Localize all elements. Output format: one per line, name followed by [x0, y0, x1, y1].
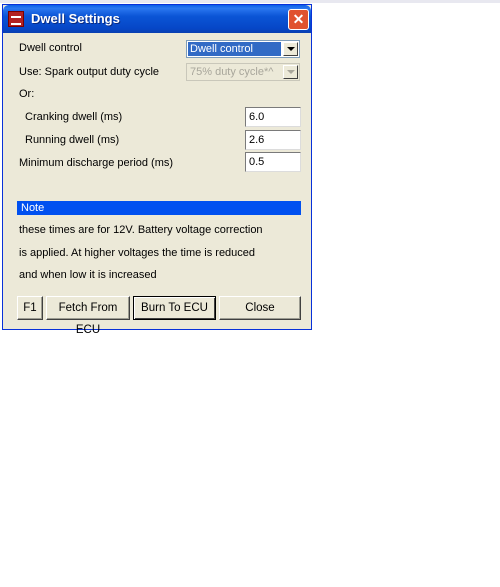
cranking-dwell-label: Cranking dwell (ms) [25, 111, 123, 123]
duty-cycle-label: Use: Spark output duty cycle [19, 66, 160, 78]
note-line-3: and when low it is increased [19, 269, 157, 281]
close-button[interactable]: Close [219, 296, 301, 320]
duty-cycle-select[interactable]: 75% duty cycle*^ [186, 63, 300, 81]
dwell-control-value: Dwell control [188, 42, 281, 56]
or-label: Or: [19, 88, 35, 100]
burn-to-ecu-button[interactable]: Burn To ECU [133, 296, 216, 320]
min-discharge-label: Minimum discharge period (ms) [19, 157, 174, 169]
dwell-control-label: Dwell control [19, 42, 82, 54]
chevron-down-icon[interactable] [283, 42, 298, 56]
duty-cycle-value: 75% duty cycle*^ [190, 66, 274, 78]
app-icon [8, 11, 24, 27]
chevron-down-icon[interactable] [283, 65, 298, 79]
background-window-edge [0, 0, 500, 3]
window-title: Dwell Settings [31, 11, 120, 26]
cranking-dwell-field[interactable]: 6.0 [245, 107, 301, 127]
fetch-from-ecu-button[interactable]: Fetch From ECU [46, 296, 130, 336]
dwell-control-select[interactable]: Dwell control [186, 40, 300, 58]
close-icon[interactable]: ✕ [288, 9, 309, 30]
running-dwell-field[interactable]: 2.6 [245, 130, 301, 150]
dwell-settings-dialog: Dwell Settings ✕ Dwell control Dwell con… [2, 4, 312, 336]
min-discharge-field[interactable]: 0.5 [245, 152, 301, 172]
f1-button[interactable]: F1 [17, 296, 43, 320]
note-header: Note [17, 201, 301, 215]
title-bar[interactable]: Dwell Settings ✕ [3, 5, 311, 33]
note-line-1: these times are for 12V. Battery voltage… [19, 224, 263, 236]
note-line-2: is applied. At higher voltages the time … [19, 247, 256, 259]
running-dwell-label: Running dwell (ms) [25, 134, 120, 146]
